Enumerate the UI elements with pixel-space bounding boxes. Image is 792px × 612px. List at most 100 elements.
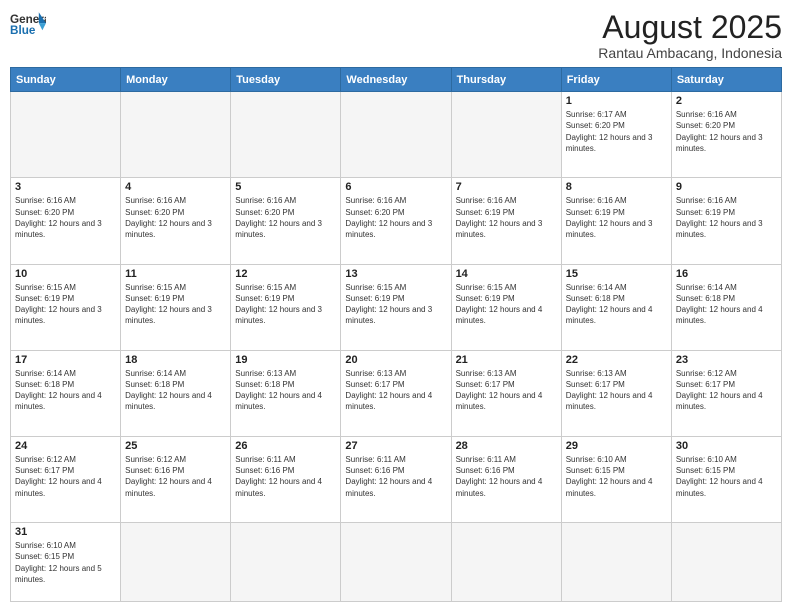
calendar-week-row: 10 Sunrise: 6:15 AMSunset: 6:19 PMDayligh… xyxy=(11,264,782,350)
calendar-cell: 10 Sunrise: 6:15 AMSunset: 6:19 PMDayligh… xyxy=(11,264,121,350)
calendar-cell xyxy=(231,523,341,602)
day-number: 8 xyxy=(566,181,667,193)
calendar-cell: 5Sunrise: 6:16 AMSunset: 6:20 PMDaylight… xyxy=(231,178,341,264)
day-number: 21 xyxy=(456,354,557,366)
day-info: Sunrise: 6:12 AMSunset: 6:16 PMDaylight:… xyxy=(125,454,226,499)
col-saturday: Saturday xyxy=(671,68,781,92)
day-info: Sunrise: 6:13 AMSunset: 6:17 PMDaylight:… xyxy=(456,368,557,413)
day-info: Sunrise: 6:15 AMSunset: 6:19 PMDaylight:… xyxy=(345,282,446,327)
calendar-cell: 8 Sunrise: 6:16 AMSunset: 6:19 PMDaylight… xyxy=(561,178,671,264)
day-info: Sunrise: 6:12 AMSunset: 6:17 PMDaylight:… xyxy=(676,368,777,413)
calendar-cell: 19Sunrise: 6:13 AMSunset: 6:18 PMDayligh… xyxy=(231,350,341,436)
logo-icon: General Blue xyxy=(10,10,46,38)
location-subtitle: Rantau Ambacang, Indonesia xyxy=(598,45,782,61)
calendar-cell xyxy=(341,92,451,178)
calendar-week-row: 3 Sunrise: 6:16 AMSunset: 6:20 PMDaylight… xyxy=(11,178,782,264)
day-info: Sunrise: 6:16 AMSunset: 6:20 PMDaylight:… xyxy=(235,195,336,240)
calendar-cell xyxy=(451,92,561,178)
svg-text:Blue: Blue xyxy=(10,24,36,37)
calendar-cell xyxy=(121,92,231,178)
title-block: August 2025 Rantau Ambacang, Indonesia xyxy=(598,10,782,61)
day-info: Sunrise: 6:14 AMSunset: 6:18 PMDaylight:… xyxy=(15,368,116,413)
col-wednesday: Wednesday xyxy=(341,68,451,92)
day-info: Sunrise: 6:15 AMSunset: 6:19 PMDaylight:… xyxy=(456,282,557,327)
day-info: Sunrise: 6:11 AMSunset: 6:16 PMDaylight:… xyxy=(345,454,446,499)
day-number: 14 xyxy=(456,268,557,280)
calendar-cell: 9Sunrise: 6:16 AMSunset: 6:19 PMDaylight… xyxy=(671,178,781,264)
calendar-week-row: 1 Sunrise: 6:17 AMSunset: 6:20 PMDaylight… xyxy=(11,92,782,178)
calendar-cell: 13Sunrise: 6:15 AMSunset: 6:19 PMDayligh… xyxy=(341,264,451,350)
day-number: 3 xyxy=(15,181,116,193)
calendar-week-row: 31Sunrise: 6:10 AMSunset: 6:15 PMDayligh… xyxy=(11,523,782,602)
calendar-cell xyxy=(231,92,341,178)
calendar-cell: 21 Sunrise: 6:13 AMSunset: 6:17 PMDayligh… xyxy=(451,350,561,436)
calendar-cell: 11 Sunrise: 6:15 AMSunset: 6:19 PMDayligh… xyxy=(121,264,231,350)
day-number: 17 xyxy=(15,354,116,366)
month-year-title: August 2025 xyxy=(598,10,782,45)
day-number: 4 xyxy=(125,181,226,193)
calendar-cell: 29 Sunrise: 6:10 AMSunset: 6:15 PMDayligh… xyxy=(561,437,671,523)
day-number: 29 xyxy=(566,440,667,452)
calendar-cell: 30 Sunrise: 6:10 AMSunset: 6:15 PMDayligh… xyxy=(671,437,781,523)
calendar-table: Sunday Monday Tuesday Wednesday Thursday… xyxy=(10,67,782,602)
calendar-cell: 25Sunrise: 6:12 AMSunset: 6:16 PMDayligh… xyxy=(121,437,231,523)
day-info: Sunrise: 6:11 AMSunset: 6:16 PMDaylight:… xyxy=(456,454,557,499)
day-info: Sunrise: 6:11 AMSunset: 6:16 PMDaylight:… xyxy=(235,454,336,499)
day-info: Sunrise: 6:16 AMSunset: 6:20 PMDaylight:… xyxy=(345,195,446,240)
day-info: Sunrise: 6:15 AMSunset: 6:19 PMDaylight:… xyxy=(15,282,116,327)
calendar-cell: 2 Sunrise: 6:16 AMSunset: 6:20 PMDaylight… xyxy=(671,92,781,178)
day-number: 23 xyxy=(676,354,777,366)
calendar-cell: 27 Sunrise: 6:11 AMSunset: 6:16 PMDayligh… xyxy=(341,437,451,523)
calendar-cell: 1 Sunrise: 6:17 AMSunset: 6:20 PMDaylight… xyxy=(561,92,671,178)
day-info: Sunrise: 6:15 AMSunset: 6:19 PMDaylight:… xyxy=(125,282,226,327)
day-number: 31 xyxy=(15,526,116,538)
day-info: Sunrise: 6:13 AMSunset: 6:17 PMDaylight:… xyxy=(566,368,667,413)
day-number: 22 xyxy=(566,354,667,366)
day-info: Sunrise: 6:16 AMSunset: 6:20 PMDaylight:… xyxy=(676,109,777,154)
day-info: Sunrise: 6:12 AMSunset: 6:17 PMDaylight:… xyxy=(15,454,116,499)
col-monday: Monday xyxy=(121,68,231,92)
calendar-cell: 18 Sunrise: 6:14 AMSunset: 6:18 PMDayligh… xyxy=(121,350,231,436)
day-number: 9 xyxy=(676,181,777,193)
calendar-cell: 15Sunrise: 6:14 AMSunset: 6:18 PMDayligh… xyxy=(561,264,671,350)
day-number: 18 xyxy=(125,354,226,366)
page: General Blue August 2025 Rantau Ambacang… xyxy=(0,0,792,612)
day-number: 1 xyxy=(566,95,667,107)
day-number: 11 xyxy=(125,268,226,280)
day-info: Sunrise: 6:10 AMSunset: 6:15 PMDaylight:… xyxy=(676,454,777,499)
calendar-cell: 14 Sunrise: 6:15 AMSunset: 6:19 PMDayligh… xyxy=(451,264,561,350)
calendar-cell: 17 Sunrise: 6:14 AMSunset: 6:18 PMDayligh… xyxy=(11,350,121,436)
day-info: Sunrise: 6:16 AMSunset: 6:20 PMDaylight:… xyxy=(15,195,116,240)
day-info: Sunrise: 6:14 AMSunset: 6:18 PMDaylight:… xyxy=(125,368,226,413)
calendar-cell: 23 Sunrise: 6:12 AMSunset: 6:17 PMDayligh… xyxy=(671,350,781,436)
day-info: Sunrise: 6:16 AMSunset: 6:19 PMDaylight:… xyxy=(456,195,557,240)
day-number: 16 xyxy=(676,268,777,280)
calendar-cell: 3 Sunrise: 6:16 AMSunset: 6:20 PMDaylight… xyxy=(11,178,121,264)
day-number: 10 xyxy=(15,268,116,280)
day-number: 27 xyxy=(345,440,446,452)
day-number: 2 xyxy=(676,95,777,107)
day-info: Sunrise: 6:16 AMSunset: 6:19 PMDaylight:… xyxy=(566,195,667,240)
day-info: Sunrise: 6:14 AMSunset: 6:18 PMDaylight:… xyxy=(676,282,777,327)
calendar-week-row: 24 Sunrise: 6:12 AMSunset: 6:17 PMDayligh… xyxy=(11,437,782,523)
day-number: 20 xyxy=(345,354,446,366)
header: General Blue August 2025 Rantau Ambacang… xyxy=(10,10,782,61)
day-info: Sunrise: 6:16 AMSunset: 6:20 PMDaylight:… xyxy=(125,195,226,240)
calendar-cell: 28Sunrise: 6:11 AMSunset: 6:16 PMDayligh… xyxy=(451,437,561,523)
day-info: Sunrise: 6:15 AMSunset: 6:19 PMDaylight:… xyxy=(235,282,336,327)
calendar-cell: 31Sunrise: 6:10 AMSunset: 6:15 PMDayligh… xyxy=(11,523,121,602)
calendar-cell xyxy=(451,523,561,602)
col-friday: Friday xyxy=(561,68,671,92)
calendar-header-row: Sunday Monday Tuesday Wednesday Thursday… xyxy=(11,68,782,92)
day-number: 26 xyxy=(235,440,336,452)
col-sunday: Sunday xyxy=(11,68,121,92)
day-info: Sunrise: 6:17 AMSunset: 6:20 PMDaylight:… xyxy=(566,109,667,154)
calendar-cell: 6Sunrise: 6:16 AMSunset: 6:20 PMDaylight… xyxy=(341,178,451,264)
calendar-cell: 16 Sunrise: 6:14 AMSunset: 6:18 PMDayligh… xyxy=(671,264,781,350)
day-number: 24 xyxy=(15,440,116,452)
day-info: Sunrise: 6:10 AMSunset: 6:15 PMDaylight:… xyxy=(566,454,667,499)
calendar-week-row: 17 Sunrise: 6:14 AMSunset: 6:18 PMDayligh… xyxy=(11,350,782,436)
logo: General Blue xyxy=(10,10,46,38)
day-number: 30 xyxy=(676,440,777,452)
col-thursday: Thursday xyxy=(451,68,561,92)
